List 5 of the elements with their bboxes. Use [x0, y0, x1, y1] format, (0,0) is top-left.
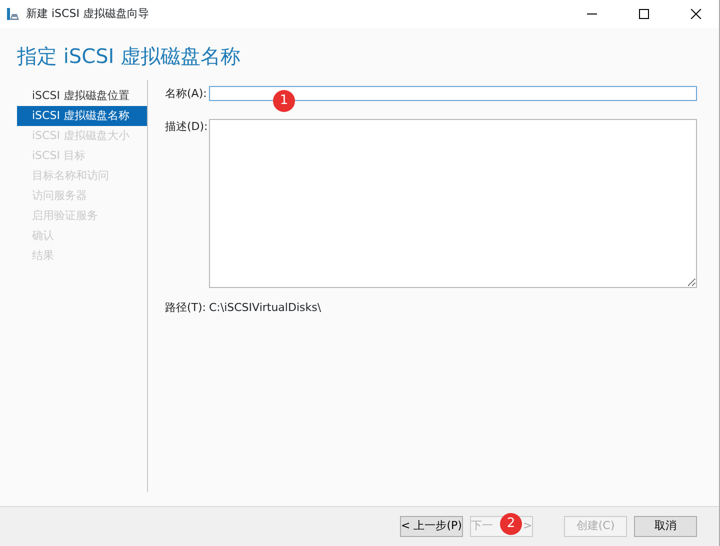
field-label: 名称(A):	[165, 86, 203, 102]
page-heading: 指定 iSCSI 虚拟磁盘名称	[16, 43, 242, 70]
field-label: 路径(T):	[165, 300, 203, 316]
path-value: C:\iSCSIVirtualDisks\	[209, 300, 322, 316]
window-title: 新建 iSCSI 虚拟磁盘向导	[26, 6, 149, 22]
